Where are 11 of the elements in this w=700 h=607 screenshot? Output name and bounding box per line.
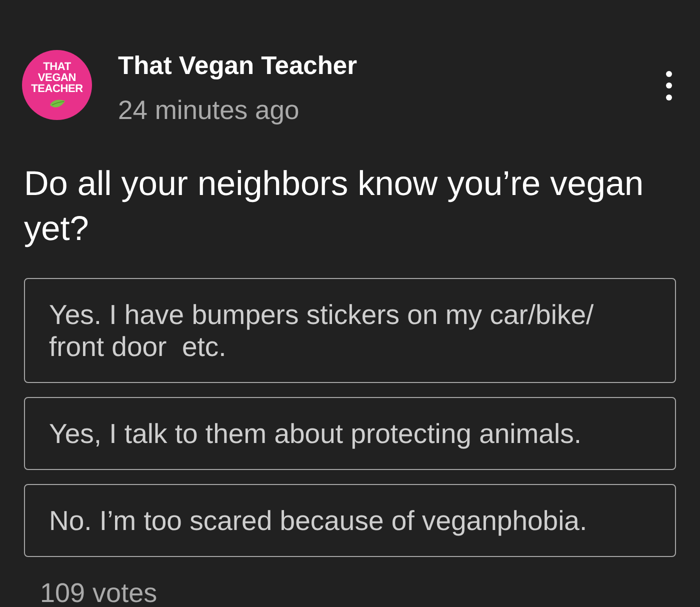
poll-option[interactable]: Yes, I talk to them about protecting animals. — [24, 397, 676, 470]
poll-option[interactable]: No. I’m too scared because of veganphobia. — [24, 484, 676, 557]
vote-count: 109 votes — [40, 580, 158, 606]
logo-text: THAT VEGAN TEACHER — [31, 62, 83, 94]
leaf-icon — [49, 98, 65, 108]
author-name[interactable]: That Vegan Teacher — [118, 51, 358, 81]
more-options-icon[interactable] — [666, 71, 672, 101]
poll-option[interactable]: Yes. I have bumpers stickers on my car/bike/front door etc. — [24, 278, 676, 383]
post-time: 24 minutes ago — [118, 95, 300, 125]
poll-question: Do all your neighbors know you’re vegan yet? — [24, 164, 645, 250]
avatar-logo[interactable]: THAT VEGAN TEACHER — [22, 50, 92, 120]
